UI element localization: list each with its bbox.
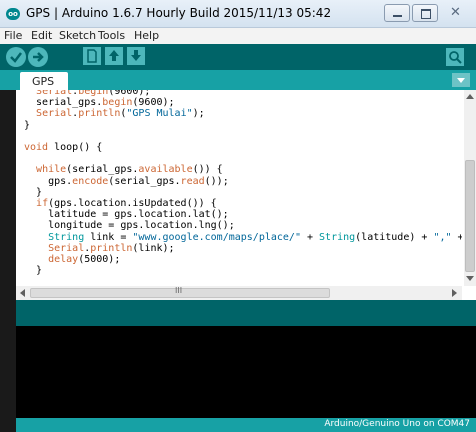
scroll-left-icon[interactable] — [20, 289, 25, 297]
menu-help[interactable]: Help — [134, 29, 159, 42]
code-line: while(serial_gps.available()) { — [36, 164, 223, 176]
code-line: } — [24, 119, 31, 131]
save-button[interactable] — [127, 47, 145, 65]
tab-bar: GPS — [0, 70, 476, 90]
horizontal-scrollbar[interactable]: III — [16, 286, 462, 300]
code-line: serial_gps.begin(9600); — [24, 97, 175, 109]
minimize-button[interactable] — [384, 4, 410, 22]
serial-monitor-icon — [449, 51, 462, 64]
code-editor[interactable]: Serial.begin(9600); serial_gps.begin(960… — [16, 90, 462, 286]
tab-label: GPS — [32, 75, 55, 88]
menu-sketch[interactable]: Sketch — [59, 29, 96, 42]
vertical-scroll-thumb[interactable] — [465, 160, 475, 272]
scroll-right-icon[interactable] — [452, 289, 457, 297]
save-icon — [131, 50, 141, 61]
board-port-status: Arduino/Genuino Uno on COM47 — [324, 419, 470, 429]
arduino-ide-window: oo GPS | Arduino 1.6.7 Hourly Build 2015… — [0, 0, 476, 432]
code-text: Serial.begin(9600); serial_gps.begin(960… — [24, 90, 462, 286]
scroll-grip: III — [175, 286, 183, 295]
new-button[interactable] — [83, 47, 101, 65]
new-icon — [87, 49, 97, 63]
message-area — [16, 300, 476, 326]
verify-icon — [10, 52, 22, 63]
tab-gps[interactable]: GPS — [20, 72, 68, 90]
status-footer: Arduino/Genuino Uno on COM47 — [16, 418, 476, 432]
maximize-button[interactable] — [412, 4, 438, 22]
horizontal-scroll-thumb[interactable]: III — [30, 286, 330, 298]
upload-icon — [33, 52, 44, 62]
code-line: if(gps.location.isUpdated()) { — [36, 198, 217, 210]
tab-menu-button[interactable] — [452, 73, 470, 87]
code-line: Serial.begin(9600); — [36, 90, 151, 97]
toolbar — [0, 44, 476, 70]
code-line: longitude = gps.location.lng(); — [24, 220, 235, 232]
code-line: Serial.println(link); — [48, 242, 175, 254]
window-title: GPS | Arduino 1.6.7 Hourly Build 2015/11… — [26, 6, 332, 20]
serial-monitor-button[interactable] — [446, 48, 464, 66]
code-line: } — [24, 265, 43, 277]
close-icon: ✕ — [450, 5, 461, 20]
open-button[interactable] — [105, 47, 123, 65]
code-line: Serial.println("GPS Mulai"); — [36, 108, 205, 120]
code-line: } — [24, 186, 43, 198]
scroll-up-icon[interactable] — [466, 94, 474, 99]
left-background-strip — [0, 90, 16, 432]
code-line: gps.encode(serial_gps.read()); — [24, 175, 229, 187]
code-line: latitude = gps.location.lat(); — [24, 209, 229, 221]
vertical-scrollbar[interactable] — [464, 90, 476, 286]
verify-button[interactable] — [6, 47, 26, 67]
menu-tools[interactable]: Tools — [98, 29, 125, 42]
title-bar: oo GPS | Arduino 1.6.7 Hourly Build 2015… — [0, 0, 476, 28]
menu-file[interactable]: File — [4, 29, 22, 42]
arduino-logo-icon: oo — [6, 8, 20, 20]
code-line: delay(5000); — [48, 254, 121, 266]
console-output — [16, 326, 476, 418]
code-line: String link = "www.google.com/maps/place… — [48, 231, 462, 243]
close-button[interactable]: ✕ — [442, 4, 470, 22]
open-icon — [109, 50, 119, 61]
menu-edit[interactable]: Edit — [31, 29, 52, 42]
menu-bar: File Edit Sketch Tools Help — [0, 28, 476, 44]
scroll-down-icon[interactable] — [466, 276, 474, 281]
code-line: void loop() { — [24, 142, 103, 154]
upload-button[interactable] — [28, 47, 48, 67]
